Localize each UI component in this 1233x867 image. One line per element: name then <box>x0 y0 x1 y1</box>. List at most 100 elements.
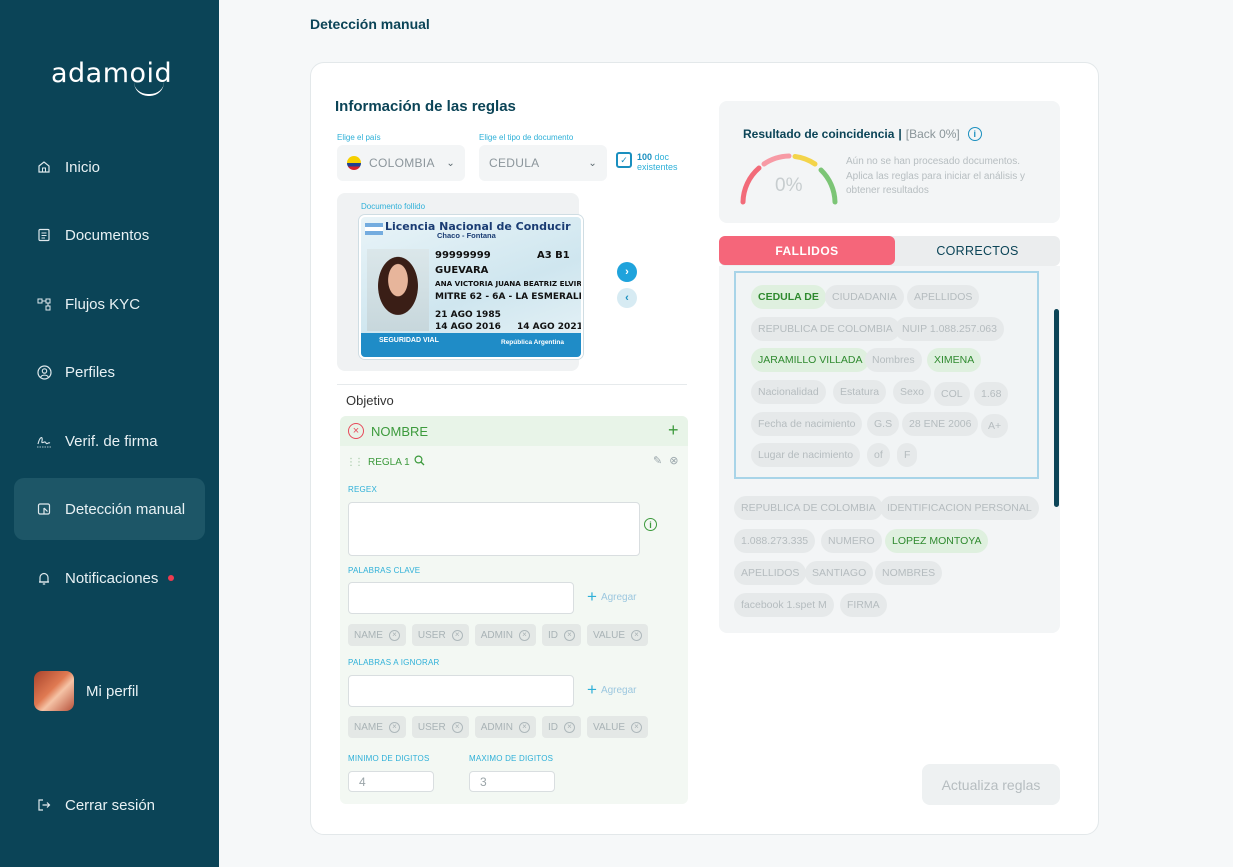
doc-type-value: CEDULA <box>489 156 540 170</box>
sidebar-item-inicio[interactable]: Inicio <box>14 136 205 198</box>
sidebar-item-label: Notificaciones <box>65 569 159 587</box>
ocr-tag[interactable]: of <box>867 443 890 467</box>
add-keyword-button[interactable]: + Agregar <box>587 587 637 607</box>
chip-label: VALUE <box>592 629 625 641</box>
id-card-license-no: 99999999 <box>435 250 491 261</box>
sidebar-item-verif-firma[interactable]: Verif. de firma <box>14 410 205 472</box>
remove-chip-icon[interactable]: × <box>451 629 463 641</box>
ignore-chips: NAME × USER × ADMIN × ID × VALUE × <box>348 716 648 738</box>
tab-correctos[interactable]: CORRECTOS <box>895 236 1060 266</box>
min-digits-input[interactable]: 4 <box>348 771 434 792</box>
sidebar-item-label: Documentos <box>65 226 150 244</box>
edit-icon[interactable]: ✎ <box>653 455 662 467</box>
info-icon[interactable]: i <box>967 127 982 141</box>
ocr-tag[interactable]: 1.088.273.335 <box>734 529 816 553</box>
chip-label: ADMIN <box>480 721 513 733</box>
prev-document-button[interactable]: ‹ <box>617 288 637 308</box>
ocr-tag[interactable]: NUIP 1.088.257.063 <box>895 317 1004 341</box>
remove-chip-icon[interactable]: × <box>388 721 400 733</box>
ocr-tag[interactable]: Sexo <box>893 380 931 404</box>
regex-input[interactable] <box>348 502 640 556</box>
sidebar: adamoid Inicio Documentos Flujos KYC Per… <box>0 0 219 867</box>
ocr-tag[interactable]: REPUBLICA DE COLOMBIA <box>734 496 883 520</box>
remove-chip-icon[interactable]: × <box>631 629 642 641</box>
ocr-tag[interactable]: F <box>897 443 918 467</box>
add-ignore-button[interactable]: + Agregar <box>587 680 637 700</box>
remove-chip-icon[interactable]: × <box>451 721 463 733</box>
info-icon[interactable]: i <box>644 518 657 531</box>
ocr-tag[interactable]: APELLIDOS <box>907 285 980 309</box>
max-digits-label: MAXIMO DE DIGITOS <box>469 754 554 763</box>
signature-icon <box>35 432 53 450</box>
gauge-seg-red <box>740 165 762 205</box>
add-label: Agregar <box>600 591 637 603</box>
doc-type-label: Elige el tipo de documento <box>479 133 574 142</box>
doc-type-select[interactable]: CEDULA ⌄ <box>479 145 607 181</box>
close-circle-icon[interactable]: ⊗ <box>669 455 678 467</box>
remove-field-icon[interactable]: × <box>348 423 364 439</box>
update-rules-button[interactable]: Actualiza reglas <box>922 764 1060 805</box>
ocr-tag[interactable]: IDENTIFICACION PERSONAL <box>880 496 1039 520</box>
id-card-image: Licencia Nacional de Conducir Chaco - Fo… <box>359 215 583 359</box>
sidebar-item-notificaciones[interactable]: Notificaciones <box>14 547 205 609</box>
ocr-tag[interactable]: A+ <box>981 414 1009 438</box>
ocr-tag[interactable]: facebook 1.spet M <box>734 593 834 617</box>
ocr-tag[interactable]: LOPEZ MONTOYA <box>885 529 989 553</box>
ocr-tag[interactable]: Fecha de nacimiento <box>751 412 863 436</box>
keywords-input[interactable] <box>348 582 574 614</box>
next-document-button[interactable]: › <box>617 262 637 282</box>
sidebar-item-documentos[interactable]: Documentos <box>14 204 205 266</box>
chevron-down-icon: ⌄ <box>446 157 455 169</box>
chevron-right-icon: › <box>625 266 629 278</box>
ocr-tag[interactable]: 28 ENE 2006 <box>902 412 979 436</box>
remove-chip-icon[interactable]: × <box>518 721 530 733</box>
ocr-tag[interactable]: Lugar de nacimiento <box>751 443 861 467</box>
sidebar-item-label: Perfiles <box>65 363 116 381</box>
ocr-tag[interactable]: SANTIAGO <box>805 561 874 585</box>
drag-handle-icon[interactable]: ⋮⋮ <box>346 457 364 468</box>
remove-chip-icon[interactable]: × <box>631 721 642 733</box>
ocr-tag[interactable]: G.S <box>867 412 900 436</box>
ocr-tag[interactable]: Nacionalidad <box>751 380 826 404</box>
remove-chip-icon[interactable]: × <box>563 629 575 641</box>
remove-chip-icon[interactable]: × <box>563 721 575 733</box>
ocr-tag[interactable]: 1.68 <box>974 382 1009 406</box>
profile-link[interactable]: Mi perfil <box>14 660 205 722</box>
sidebar-item-perfiles[interactable]: Perfiles <box>14 341 205 403</box>
ocr-tag[interactable]: FIRMA <box>840 593 887 617</box>
add-rule-button[interactable]: + <box>668 420 679 441</box>
ocr-tag[interactable]: APELLIDOS <box>734 561 807 585</box>
ocr-tag[interactable]: NOMBRES <box>875 561 943 585</box>
ocr-tag[interactable]: NUMERO <box>821 529 882 553</box>
keyword-chip: USER × <box>411 624 469 646</box>
logout-button[interactable]: Cerrar sesión <box>14 774 205 836</box>
ignore-chip: NAME × <box>348 716 406 738</box>
max-digits-input[interactable]: 3 <box>469 771 555 792</box>
match-subtitle: [Back 0%] <box>905 127 960 141</box>
ocr-tag[interactable]: Estatura <box>833 380 887 404</box>
ocr-tag[interactable]: COL <box>934 382 970 406</box>
rule-item: ⋮⋮ REGLA 1 <box>346 455 425 469</box>
country-select[interactable]: COLOMBIA ⌄ <box>337 145 465 181</box>
manual-detection-icon <box>35 500 53 518</box>
plus-icon: + <box>587 680 597 699</box>
ocr-tag[interactable]: JARAMILLO VILLADA <box>751 348 870 372</box>
ignore-chip: ADMIN × <box>474 716 536 738</box>
logout-icon <box>35 796 53 814</box>
remove-chip-icon[interactable]: × <box>518 629 530 641</box>
ocr-tag[interactable]: CEDULA DE <box>751 285 826 309</box>
results-scrollbar[interactable] <box>1054 309 1059 507</box>
search-zoom-icon[interactable] <box>414 455 425 469</box>
min-digits-label: MINIMO DE DIGITOS <box>348 754 430 763</box>
sidebar-item-deteccion-manual[interactable]: Detección manual <box>14 478 205 540</box>
ocr-tag[interactable]: REPUBLICA DE COLOMBIA <box>751 317 900 341</box>
ocr-tag[interactable]: XIMENA <box>927 348 982 372</box>
tab-fallidos[interactable]: FALLIDOS <box>719 236 895 265</box>
id-card-footer-right: República Argentina <box>501 339 564 346</box>
ignore-input[interactable] <box>348 675 574 707</box>
ocr-tag[interactable]: Nombres <box>865 348 922 372</box>
remove-chip-icon[interactable]: × <box>388 629 400 641</box>
notification-badge <box>168 575 175 581</box>
sidebar-item-flujos-kyc[interactable]: Flujos KYC <box>14 273 205 335</box>
ocr-tag[interactable]: CIUDADANIA <box>825 285 904 309</box>
